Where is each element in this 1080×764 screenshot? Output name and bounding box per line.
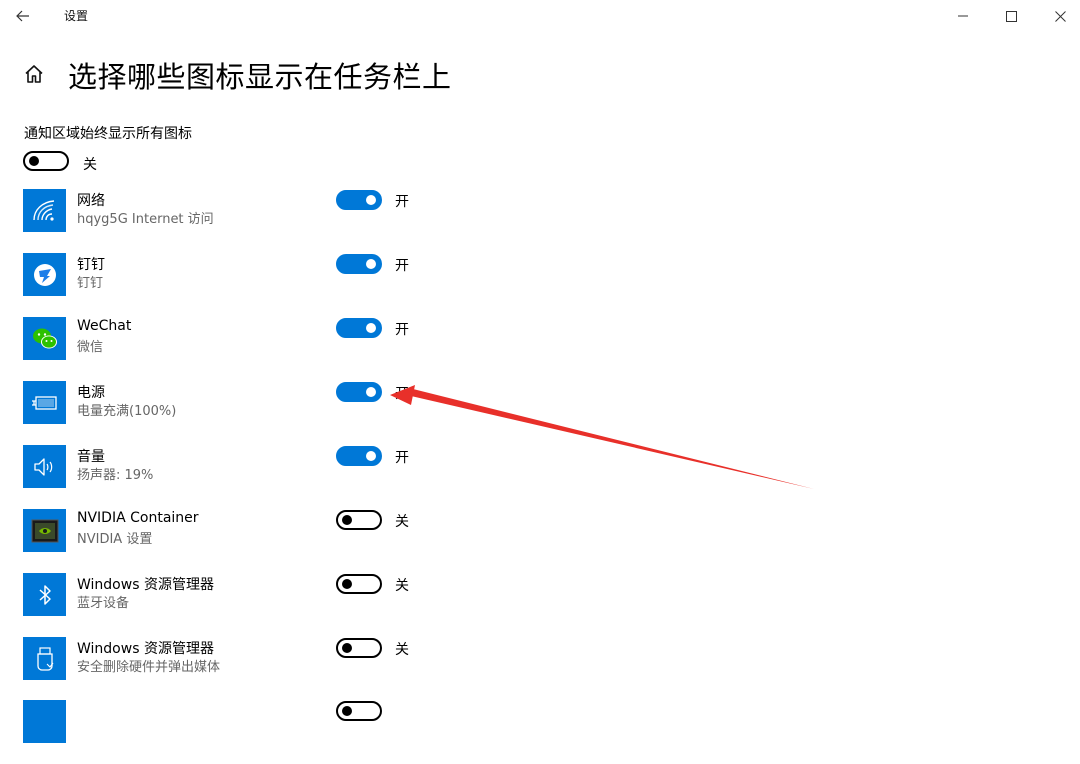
- power-toggle[interactable]: [336, 382, 382, 402]
- toggle-state-label: 开: [395, 450, 409, 466]
- app-description: NVIDIA 设置: [77, 532, 153, 547]
- toggle-state-label: 关: [395, 514, 409, 530]
- usb-drive-icon: [36, 646, 53, 671]
- list-item-dingtalk: 钉钉 钉钉 开: [0, 253, 1080, 317]
- dingtalk-toggle[interactable]: [336, 254, 382, 274]
- app-description: 钉钉: [77, 276, 104, 291]
- app-description: 电量充满(100%): [77, 404, 177, 419]
- bluetooth-toggle[interactable]: [336, 574, 382, 594]
- toggle-state-label: 开: [395, 194, 409, 210]
- toggle-state-label: 关: [395, 642, 409, 658]
- close-button[interactable]: [1036, 0, 1080, 32]
- list-item-partial: [0, 700, 1080, 764]
- title-bar: 设置: [0, 0, 1080, 32]
- always-show-label: 通知区域始终显示所有图标: [24, 126, 192, 142]
- app-description: 安全删除硬件并弹出媒体: [77, 660, 221, 675]
- close-icon: [1054, 10, 1066, 22]
- back-arrow-icon: [16, 10, 29, 22]
- toggle-state-label: 关: [395, 578, 409, 594]
- safely-remove-toggle[interactable]: [336, 638, 382, 658]
- nvidia-toggle[interactable]: [336, 510, 382, 530]
- bluetooth-icon: [38, 584, 51, 605]
- always-show-state: 关: [83, 157, 97, 173]
- app-tile: [23, 317, 66, 360]
- wechat-toggle[interactable]: [336, 318, 382, 338]
- app-tile: [23, 573, 66, 616]
- back-button[interactable]: [10, 3, 36, 29]
- always-show-toggle[interactable]: [23, 151, 69, 171]
- app-name: 网络: [77, 193, 105, 209]
- app-description: 蓝牙设备: [77, 596, 130, 611]
- list-item-volume: 音量 扬声器: 19% 开: [0, 445, 1080, 509]
- app-tile: [23, 253, 66, 296]
- list-item-bluetooth: Windows 资源管理器 蓝牙设备 关: [0, 573, 1080, 637]
- app-description: 扬声器: 19%: [77, 468, 154, 483]
- list-item-power: 电源 电量充满(100%) 开: [0, 381, 1080, 445]
- app-name: Windows 资源管理器: [77, 641, 214, 657]
- list-item-safely-remove: Windows 资源管理器 安全删除硬件并弹出媒体 关: [0, 637, 1080, 701]
- partial-toggle[interactable]: [336, 701, 382, 721]
- app-description: hqyg5G Internet 访问: [77, 212, 214, 227]
- toggle-state-label: 开: [395, 386, 409, 402]
- list-item-nvidia: NVIDIA Container NVIDIA 设置 关: [0, 509, 1080, 573]
- home-icon: [25, 65, 43, 83]
- minimize-button[interactable]: [939, 0, 987, 32]
- network-toggle[interactable]: [336, 190, 382, 210]
- app-name: WeChat: [77, 318, 132, 334]
- minimize-icon: [958, 15, 968, 17]
- list-item-wechat: WeChat 微信 开: [0, 317, 1080, 381]
- home-button[interactable]: [22, 62, 46, 86]
- maximize-button[interactable]: [987, 0, 1035, 32]
- app-tile: [23, 637, 66, 680]
- battery-icon: [31, 395, 57, 410]
- app-title: 设置: [64, 9, 89, 23]
- toggle-state-label: 开: [395, 322, 409, 338]
- app-name: 音量: [77, 449, 105, 465]
- app-tile: [23, 445, 66, 488]
- volume-toggle[interactable]: [336, 446, 382, 466]
- speaker-icon: [33, 457, 52, 476]
- app-tile: [23, 381, 66, 424]
- app-tile: [23, 700, 66, 743]
- app-tile: [23, 509, 66, 552]
- page-title: 选择哪些图标显示在任务栏上: [68, 60, 452, 94]
- app-name: NVIDIA Container: [77, 510, 199, 526]
- app-tile: [23, 189, 66, 232]
- app-name: 钉钉: [77, 257, 105, 273]
- dingtalk-icon: [33, 263, 56, 286]
- app-description: 微信: [77, 340, 104, 355]
- app-name: 电源: [77, 385, 105, 401]
- list-item-network: 网络 hqyg5G Internet 访问 开: [0, 189, 1080, 253]
- wifi-icon: [32, 199, 54, 221]
- maximize-icon: [1005, 10, 1017, 22]
- toggle-state-label: 开: [395, 258, 409, 274]
- wechat-icon: [32, 328, 57, 348]
- app-name: Windows 资源管理器: [77, 577, 214, 593]
- nvidia-icon: [31, 519, 58, 542]
